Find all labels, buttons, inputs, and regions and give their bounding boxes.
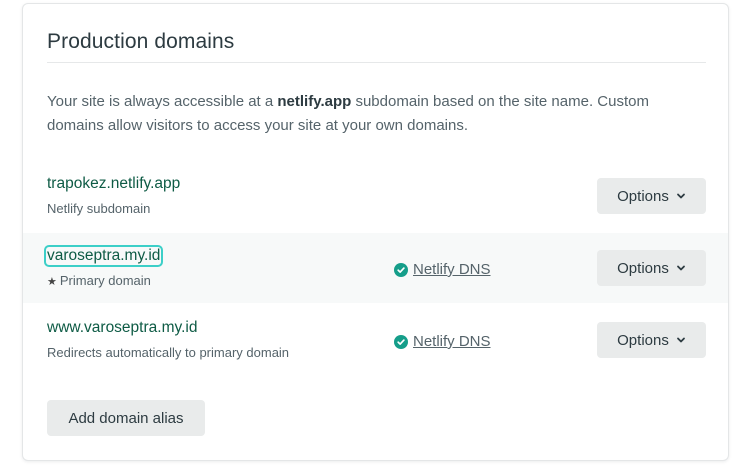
domain-row-primary: varoseptra.my.id ★ Primary domain Netlify… — [23, 233, 728, 303]
chevron-down-icon — [676, 335, 686, 345]
options-button-www[interactable]: Options — [597, 322, 706, 358]
star-icon: ★ — [47, 276, 57, 288]
options-label: Options — [617, 259, 669, 277]
domain-subtitle: Netlify subdomain — [47, 201, 151, 216]
options-button-trapokez[interactable]: Options — [597, 178, 706, 214]
chevron-down-icon — [676, 263, 686, 273]
section-title: Production domains — [47, 30, 235, 53]
chevron-down-icon — [676, 191, 686, 201]
domain-subtitle: Redirects automatically to primary domai… — [47, 345, 290, 360]
description-prefix: Your site is always accessible at a — [47, 93, 278, 110]
domain-link-trapokez[interactable]: trapokez.netlify.app — [47, 175, 180, 193]
options-label: Options — [617, 187, 669, 205]
options-label: Options — [617, 331, 669, 349]
options-button-varoseptra[interactable]: Options — [597, 250, 706, 286]
check-circle-icon — [394, 334, 408, 349]
domain-row-netlify-subdomain: trapokez.netlify.app Netlify subdomain O… — [23, 161, 728, 231]
domain-row-www: www.varoseptra.my.id Redirects automatic… — [23, 305, 728, 375]
description-bold: netlify.app — [277, 93, 352, 110]
title-divider — [47, 62, 706, 63]
primary-domain-label: Primary domain — [59, 273, 151, 288]
add-domain-alias-button[interactable]: Add domain alias — [47, 400, 205, 436]
section-description: Your site is always accessible at a netl… — [47, 90, 687, 138]
netlify-dns-link[interactable]: Netlify DNS — [413, 261, 491, 278]
domain-link-varoseptra[interactable]: varoseptra.my.id — [43, 245, 164, 267]
check-circle-icon — [394, 262, 408, 277]
netlify-dns-link[interactable]: Netlify DNS — [413, 333, 491, 350]
domain-subtitle-primary: ★ Primary domain — [47, 273, 151, 288]
dns-status: Netlify DNS — [394, 261, 491, 278]
production-domains-card: Production domains Your site is always a… — [22, 3, 729, 461]
dns-status: Netlify DNS — [394, 333, 491, 350]
domain-link-www-varoseptra[interactable]: www.varoseptra.my.id — [47, 319, 197, 337]
